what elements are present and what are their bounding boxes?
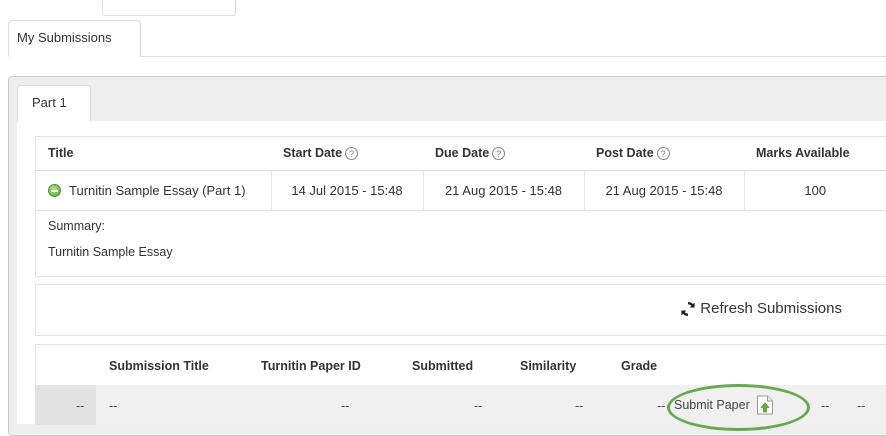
tab-part-1[interactable]: Part 1 — [17, 85, 91, 122]
assignment-due-date: 21 Aug 2015 - 15:48 — [423, 170, 585, 211]
top-control-stub — [102, 0, 236, 16]
status-circle-icon — [48, 183, 61, 197]
row-similarity: -- — [575, 399, 584, 413]
help-circle-icon[interactable]: ? — [656, 147, 670, 161]
row-grade: -- — [657, 399, 666, 413]
row-extra-1: -- — [821, 399, 830, 413]
assignment-start-date: 14 Jul 2015 - 15:48 — [271, 170, 424, 211]
row-index: -- — [76, 399, 85, 413]
header-submitted: Submitted — [412, 359, 474, 373]
header-due-date: Due Date? — [423, 137, 584, 171]
header-title: Title — [36, 137, 271, 171]
row-submitted: -- — [474, 399, 483, 413]
tab-my-submissions[interactable]: My Submissions — [8, 20, 141, 57]
assignment-post-date: 21 Aug 2015 - 15:48 — [584, 170, 745, 211]
assignment-table: Title Start Date? Due Date? Post Date? M… — [36, 137, 886, 211]
submit-paper-button[interactable]: Submit Paper — [674, 392, 774, 418]
assignment-row: Turnitin Sample Essay (Part 1) 14 Jul 20… — [36, 170, 886, 211]
summary-text: Turnitin Sample Essay — [48, 245, 173, 259]
submissions-header: Submission Title Turnitin Paper ID Submi… — [36, 345, 886, 385]
assignment-marks: 100 — [744, 170, 886, 211]
row-index-cell — [36, 385, 96, 425]
header-post-date: Post Date? — [584, 137, 744, 171]
help-circle-icon[interactable]: ? — [345, 147, 359, 161]
header-paper-id: Turnitin Paper ID — [261, 359, 361, 373]
header-similarity: Similarity — [520, 359, 577, 373]
row-extra-2: -- — [857, 399, 866, 413]
outer-tab-bar: My Submissions — [8, 20, 886, 57]
help-circle-icon[interactable]: ? — [492, 147, 506, 161]
row-submission-title: -- — [109, 399, 118, 413]
refresh-card: Refresh Submissions — [35, 284, 886, 336]
header-submission-title: Submission Title — [109, 359, 209, 373]
summary-label: Summary: — [48, 219, 105, 233]
assignment-card: Title Start Date? Due Date? Post Date? M… — [35, 136, 886, 277]
upload-document-icon — [756, 395, 773, 415]
submissions-card: Submission Title Turnitin Paper ID Submi… — [35, 344, 886, 425]
assignment-title-cell: Turnitin Sample Essay (Part 1) — [36, 170, 272, 211]
refresh-label: Refresh Submissions — [700, 300, 842, 317]
refresh-submissions-button[interactable]: Refresh Submissions — [680, 300, 842, 317]
row-paper-id: -- — [341, 399, 350, 413]
submission-row: -- -- -- -- -- -- Submit Paper -- -- — [36, 385, 886, 425]
header-grade: Grade — [621, 359, 658, 373]
submit-paper-label: Submit Paper — [674, 398, 750, 412]
header-start-date: Start Date? — [271, 137, 423, 171]
assignment-title: Turnitin Sample Essay (Part 1) — [69, 182, 246, 198]
refresh-icon — [681, 301, 695, 316]
header-marks-available: Marks Available — [744, 137, 886, 171]
